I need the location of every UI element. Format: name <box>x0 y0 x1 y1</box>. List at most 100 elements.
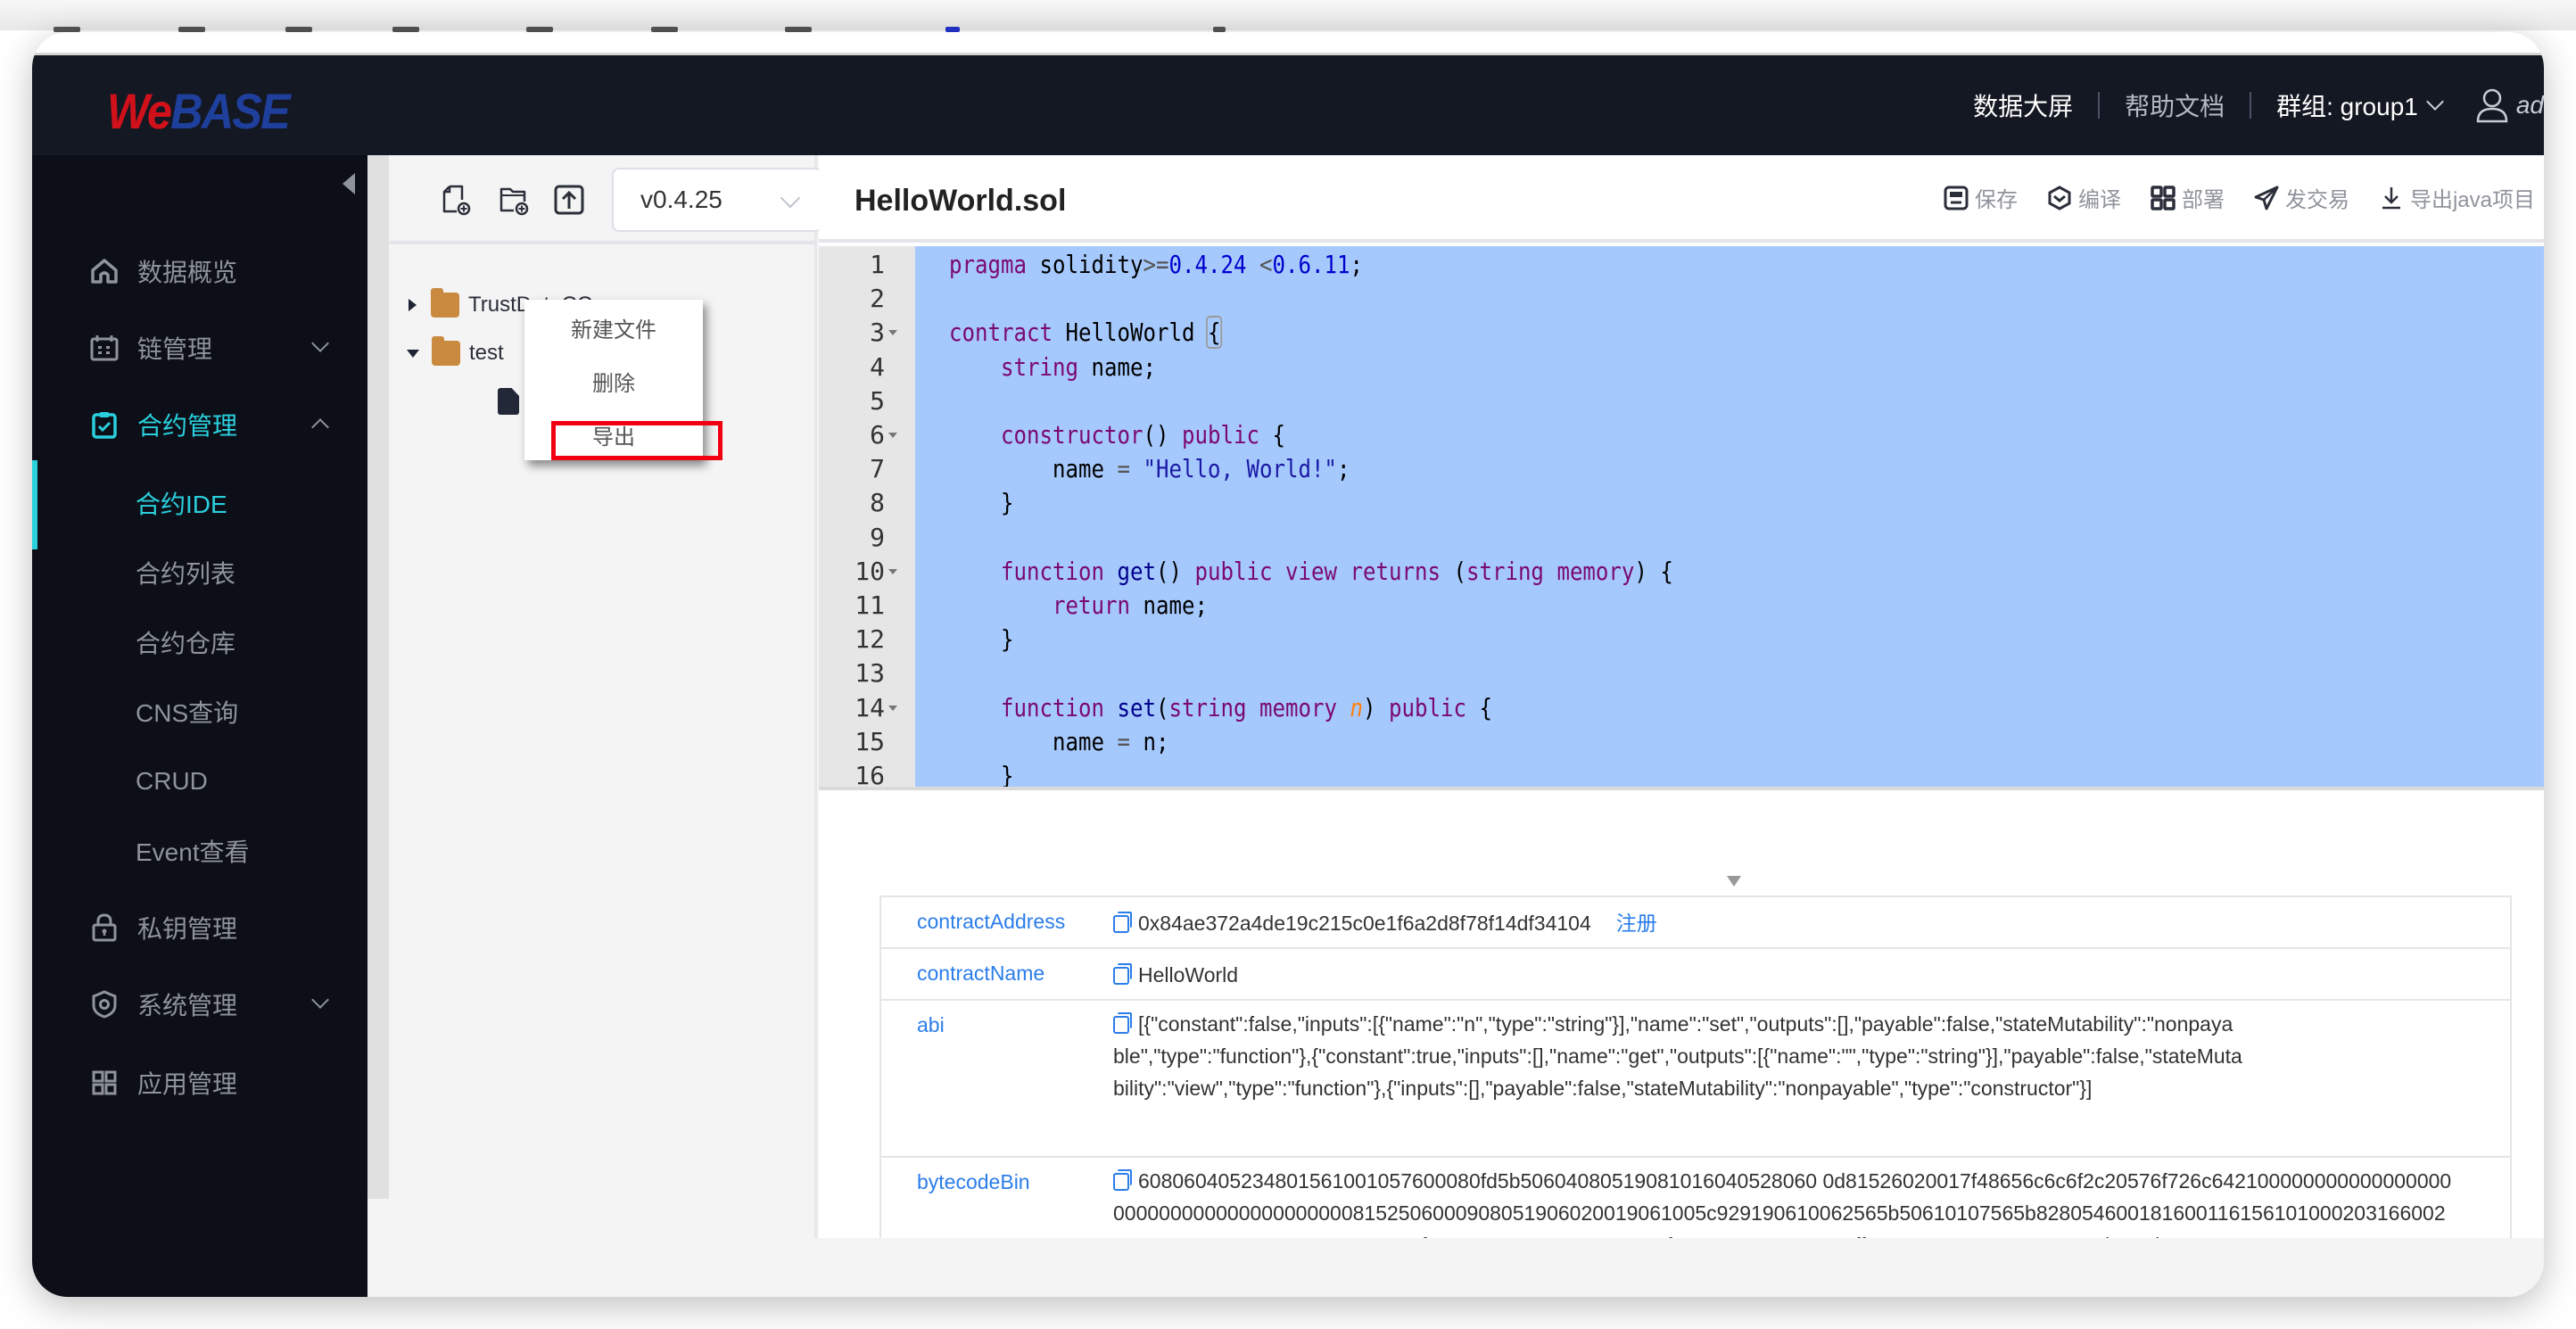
new-folder-icon[interactable] <box>498 184 530 216</box>
shield-gear-icon <box>89 989 120 1019</box>
caret-down-icon[interactable] <box>407 349 419 358</box>
grid-icon <box>89 1068 120 1098</box>
code-line[interactable]: 1 pragma solidity>=0.4.24 <0.6.11; <box>819 248 2544 282</box>
sidebar-item-apps[interactable]: 应用管理 <box>32 1047 367 1119</box>
save-button[interactable]: 保存 <box>1943 182 2018 213</box>
tree-folder-test[interactable]: test <box>407 335 504 371</box>
register-link[interactable]: 注册 <box>1616 912 1657 935</box>
contract-info-table: contractAddress 0x84ae372a4de19c215c0e1f… <box>879 896 2512 1292</box>
menu-item-new-file[interactable]: 新建文件 <box>524 312 703 343</box>
folder-icon <box>432 336 460 366</box>
line-number: 15 <box>855 726 885 756</box>
user-menu[interactable]: ad <box>2454 87 2544 123</box>
line-number: 11 <box>855 590 885 620</box>
code-text: name = n; <box>949 726 1169 756</box>
collapse-sidebar-icon[interactable] <box>343 173 355 194</box>
export-java-button[interactable]: 导出java项目 <box>2378 182 2535 213</box>
fold-arrow-icon[interactable] <box>888 705 897 711</box>
code-line[interactable]: 2 <box>819 282 2544 316</box>
line-number: 8 <box>870 488 885 518</box>
chevron-down-icon <box>2425 93 2444 111</box>
code-line[interactable]: 9 <box>819 521 2544 555</box>
compiler-version-select[interactable]: v0.4.25 <box>612 168 822 232</box>
code-line[interactable]: 7 name = "Hello, World!"; <box>819 452 2544 486</box>
new-file-icon[interactable] <box>441 184 473 216</box>
sidebar-item-chain[interactable]: 链管理 <box>32 312 367 384</box>
webase-logo[interactable]: WeBASE <box>107 82 291 140</box>
code-line[interactable]: 10 function get() public view returns (s… <box>819 555 2544 589</box>
sidebar-item-system[interactable]: 系统管理 <box>32 969 367 1040</box>
code-line[interactable]: 16 } <box>819 759 2544 790</box>
copy-icon[interactable] <box>1113 963 1132 985</box>
menu-item-delete[interactable]: 删除 <box>524 366 703 397</box>
help-docs-link[interactable]: 帮助文档 <box>2100 87 2250 123</box>
contract-name-value: HelloWorld <box>1138 963 1239 986</box>
sidebar-scrollbar[interactable] <box>367 155 389 1199</box>
sidebar-item-contract-list[interactable]: 合约列表 <box>32 537 367 608</box>
contract-name-row: contractName HelloWorld <box>881 949 2510 1001</box>
tree-file-helloworld[interactable] <box>498 384 519 419</box>
code-line[interactable]: 11 return name; <box>819 589 2544 623</box>
code-line[interactable]: 4 string name; <box>819 351 2544 384</box>
line-number: 14 <box>855 692 885 722</box>
line-number: 7 <box>870 454 885 484</box>
deploy-button[interactable]: 部署 <box>2150 182 2225 213</box>
sidebar-item-overview[interactable]: 数据概览 <box>32 235 367 307</box>
line-number: 1 <box>870 250 885 279</box>
fold-arrow-icon[interactable] <box>888 433 897 438</box>
send-transaction-button[interactable]: 发交易 <box>2253 182 2349 213</box>
code-editor[interactable]: 1 pragma solidity>=0.4.24 <0.6.11; 2 3 contr… <box>819 246 2544 790</box>
sidebar-item-contract-ide[interactable]: 合约IDE <box>32 460 367 549</box>
sidebar-item-keys[interactable]: 私钥管理 <box>32 892 367 963</box>
code-text: function get() public view returns (stri… <box>1000 556 1673 586</box>
sidebar-item-contract-repo[interactable]: 合约仓库 <box>32 607 367 678</box>
code-line[interactable]: 6 constructor() public { <box>819 418 2544 452</box>
code-line[interactable]: 12 } <box>819 623 2544 656</box>
line-number: 12 <box>855 624 885 655</box>
code-text: pragma solidity>=0.4.24 <0.6.11; <box>949 250 1363 279</box>
sidebar-item-cns-query[interactable]: CNS查询 <box>32 676 367 747</box>
chevron-down-icon <box>780 187 801 209</box>
chevron-down-icon <box>311 991 329 1009</box>
group-selector[interactable]: 群组: group1 <box>2251 87 2454 123</box>
code-text: } <box>949 488 1014 518</box>
deploy-icon <box>2151 185 2176 210</box>
fold-arrow-icon[interactable] <box>888 330 897 336</box>
panel-toggle-arrow-icon[interactable] <box>1727 876 1741 887</box>
home-icon <box>89 256 120 286</box>
line-number: 9 <box>870 522 885 552</box>
sidebar-item-contracts[interactable]: 合约管理 <box>32 389 367 460</box>
upload-icon[interactable] <box>553 184 585 216</box>
copy-icon[interactable] <box>1113 912 1132 933</box>
browser-toolbar-remnant <box>0 0 2576 32</box>
abi-value: [{"constant":false,"inputs":[{"name":"n"… <box>1113 1012 2242 1100</box>
copy-icon[interactable] <box>1113 1012 1132 1034</box>
fold-arrow-icon[interactable] <box>888 568 897 574</box>
app-window: WeBASE 数据大屏 帮助文档 群组: group1 ad 数据概览 链管理 <box>32 32 2544 1297</box>
save-icon <box>1944 186 1969 210</box>
code-text: } <box>949 624 1014 655</box>
caret-right-icon[interactable] <box>409 299 417 311</box>
editor-header: HelloWorld.sol 保存 编译 部署 发交易 导出java项目 <box>819 155 2544 243</box>
contract-address-row: contractAddress 0x84ae372a4de19c215c0e1f… <box>881 897 2510 949</box>
compile-button[interactable]: 编译 <box>2046 182 2121 213</box>
paper-plane-icon <box>2254 186 2279 210</box>
code-line[interactable]: 3 contract HelloWorld { <box>819 316 2544 350</box>
calendar-icon <box>89 333 120 363</box>
code-line[interactable]: 8 } <box>819 486 2544 520</box>
line-number: 16 <box>855 761 885 790</box>
file-icon <box>498 388 519 415</box>
code-line[interactable]: 15 name = n; <box>819 725 2544 759</box>
chevron-down-icon <box>311 334 329 352</box>
user-icon <box>2476 88 2508 123</box>
chevron-up-icon <box>311 418 329 436</box>
sidebar-item-event[interactable]: Event查看 <box>32 815 367 887</box>
code-text: return name; <box>1052 590 1208 620</box>
data-screen-link[interactable]: 数据大屏 <box>1948 87 2098 123</box>
code-text: contract HelloWorld { <box>949 316 1223 350</box>
code-line[interactable]: 5 <box>819 384 2544 418</box>
sidebar-item-crud[interactable]: CRUD <box>32 746 367 817</box>
copy-icon[interactable] <box>1113 1169 1132 1191</box>
code-line[interactable]: 14 function set(string memory n) public … <box>819 691 2544 725</box>
code-line[interactable]: 13 <box>819 656 2544 690</box>
